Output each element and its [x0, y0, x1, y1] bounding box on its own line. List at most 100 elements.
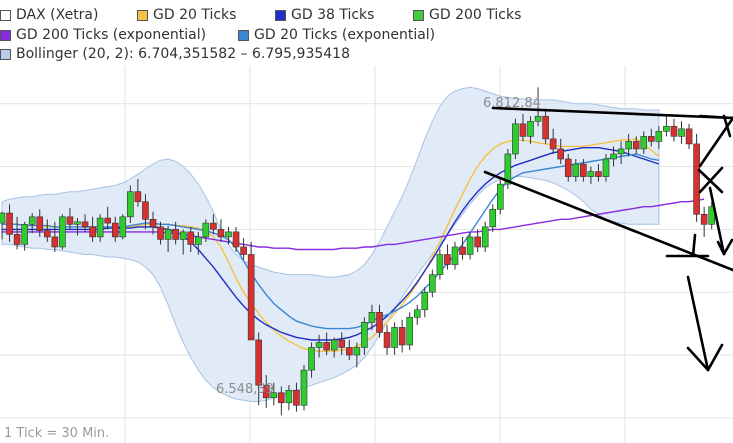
candle-body — [512, 123, 519, 155]
candle-body — [496, 183, 504, 210]
chart-legend: DAX (Xetra) GD 20 Ticks GD 38 Ticks GD 2… — [0, 0, 733, 66]
candle-body — [6, 212, 13, 235]
candle-body — [564, 158, 572, 177]
candle-body — [315, 342, 323, 348]
legend-item-gd200: GD 200 Ticks — [413, 6, 521, 24]
candle-body — [195, 236, 202, 245]
candle-body — [640, 136, 648, 150]
legend-item-gd200-exp: GD 200 Ticks (exponential) — [0, 26, 206, 44]
candle-body — [217, 229, 225, 238]
candle-body — [119, 216, 127, 238]
candle-body — [610, 153, 617, 160]
candle-body — [104, 217, 111, 224]
tick-interval-note: 1 Tick = 30 Min. — [4, 426, 110, 441]
candle-body — [255, 339, 262, 386]
candle-body — [36, 216, 44, 231]
low-annotation: 6.548,39 — [216, 382, 274, 397]
candle-body — [625, 141, 632, 150]
candle-body — [51, 236, 59, 248]
candle-body — [481, 226, 489, 248]
candle-body — [587, 171, 595, 177]
candle-body — [28, 216, 36, 225]
candle-body — [474, 236, 481, 248]
candle-body — [655, 131, 663, 142]
high-annotation: 6.812,84 — [483, 96, 541, 111]
candle-body — [580, 163, 587, 177]
candle-body — [142, 201, 149, 220]
candle-body — [632, 141, 640, 150]
candle-body — [549, 138, 557, 150]
legend-swatch-gd200-exp — [0, 29, 11, 41]
candle-body — [398, 327, 406, 346]
candle-body — [602, 158, 610, 177]
candle-body — [376, 312, 383, 333]
legend-swatch-gd200 — [413, 9, 424, 21]
candle-body — [429, 274, 436, 293]
candle-body — [345, 347, 353, 356]
candle-body — [285, 389, 293, 404]
candle-body — [647, 136, 655, 142]
candle-body — [210, 222, 217, 230]
legend-item-gd20-exp: GD 20 Ticks (exponential) — [238, 26, 435, 44]
bollinger-band — [1, 86, 660, 402]
candle-body — [89, 226, 96, 238]
candle-body — [466, 236, 474, 255]
candle-body — [293, 389, 300, 406]
candle-body — [172, 229, 179, 240]
legend-item-gd20: GD 20 Ticks — [137, 6, 236, 24]
legend-swatch-gd20-exp — [238, 29, 249, 41]
candle-body — [240, 246, 247, 255]
candle-body — [663, 126, 670, 132]
candle-body — [300, 369, 308, 406]
legend-swatch-gd20 — [137, 9, 148, 21]
candle-body — [157, 226, 164, 240]
candle-body — [96, 217, 104, 238]
candle-body — [383, 332, 391, 348]
candle-body — [330, 339, 338, 351]
candle-body — [519, 123, 527, 137]
drawn-stroke — [686, 275, 710, 372]
candle-body — [179, 231, 187, 240]
candle-body — [451, 246, 459, 265]
candle-body — [308, 347, 315, 371]
legend-swatch-gd38 — [275, 9, 286, 21]
candle-body — [693, 143, 700, 215]
candle-body — [489, 208, 497, 228]
legend-label-gd20-exp: GD 20 Ticks (exponential) — [254, 27, 436, 43]
legend-label-dax: DAX (Xetra) — [16, 7, 99, 23]
candle-body — [459, 246, 466, 255]
candle-body — [406, 317, 414, 346]
legend-label-gd200-exp: GD 200 Ticks (exponential) — [16, 27, 207, 43]
legend-label-gd38: GD 38 Ticks — [291, 7, 375, 23]
candle-body — [527, 120, 534, 137]
candle-body — [361, 322, 368, 348]
candle-body — [595, 171, 602, 177]
drawn-stroke — [691, 233, 697, 258]
legend-item-dax: DAX (Xetra) — [0, 6, 98, 24]
candle-body — [21, 224, 28, 245]
candle-body — [111, 222, 119, 238]
candle-body — [572, 163, 580, 177]
candlestick-chart: 6.812,84 6.548,39 — [0, 66, 733, 443]
candle-body — [127, 191, 134, 218]
candle-body — [670, 126, 678, 137]
candle-body — [187, 231, 195, 245]
candle-body — [278, 392, 285, 404]
candle-body — [421, 291, 429, 311]
candle-body — [66, 216, 74, 225]
legend-label-gd20: GD 20 Ticks — [153, 7, 237, 23]
candle-body — [413, 309, 421, 318]
candle-body — [81, 221, 89, 228]
candle-body — [617, 148, 625, 155]
candle-body — [202, 222, 210, 238]
drawn-stroke — [722, 238, 733, 256]
candle-body — [225, 231, 232, 238]
candle-body — [391, 327, 398, 348]
candle-body — [323, 342, 330, 351]
bollinger-area — [1, 86, 660, 402]
candle-body — [74, 221, 81, 225]
candle-body — [685, 128, 693, 145]
candle-body — [247, 254, 255, 341]
candle-body — [444, 254, 451, 265]
candle-body — [534, 115, 542, 122]
